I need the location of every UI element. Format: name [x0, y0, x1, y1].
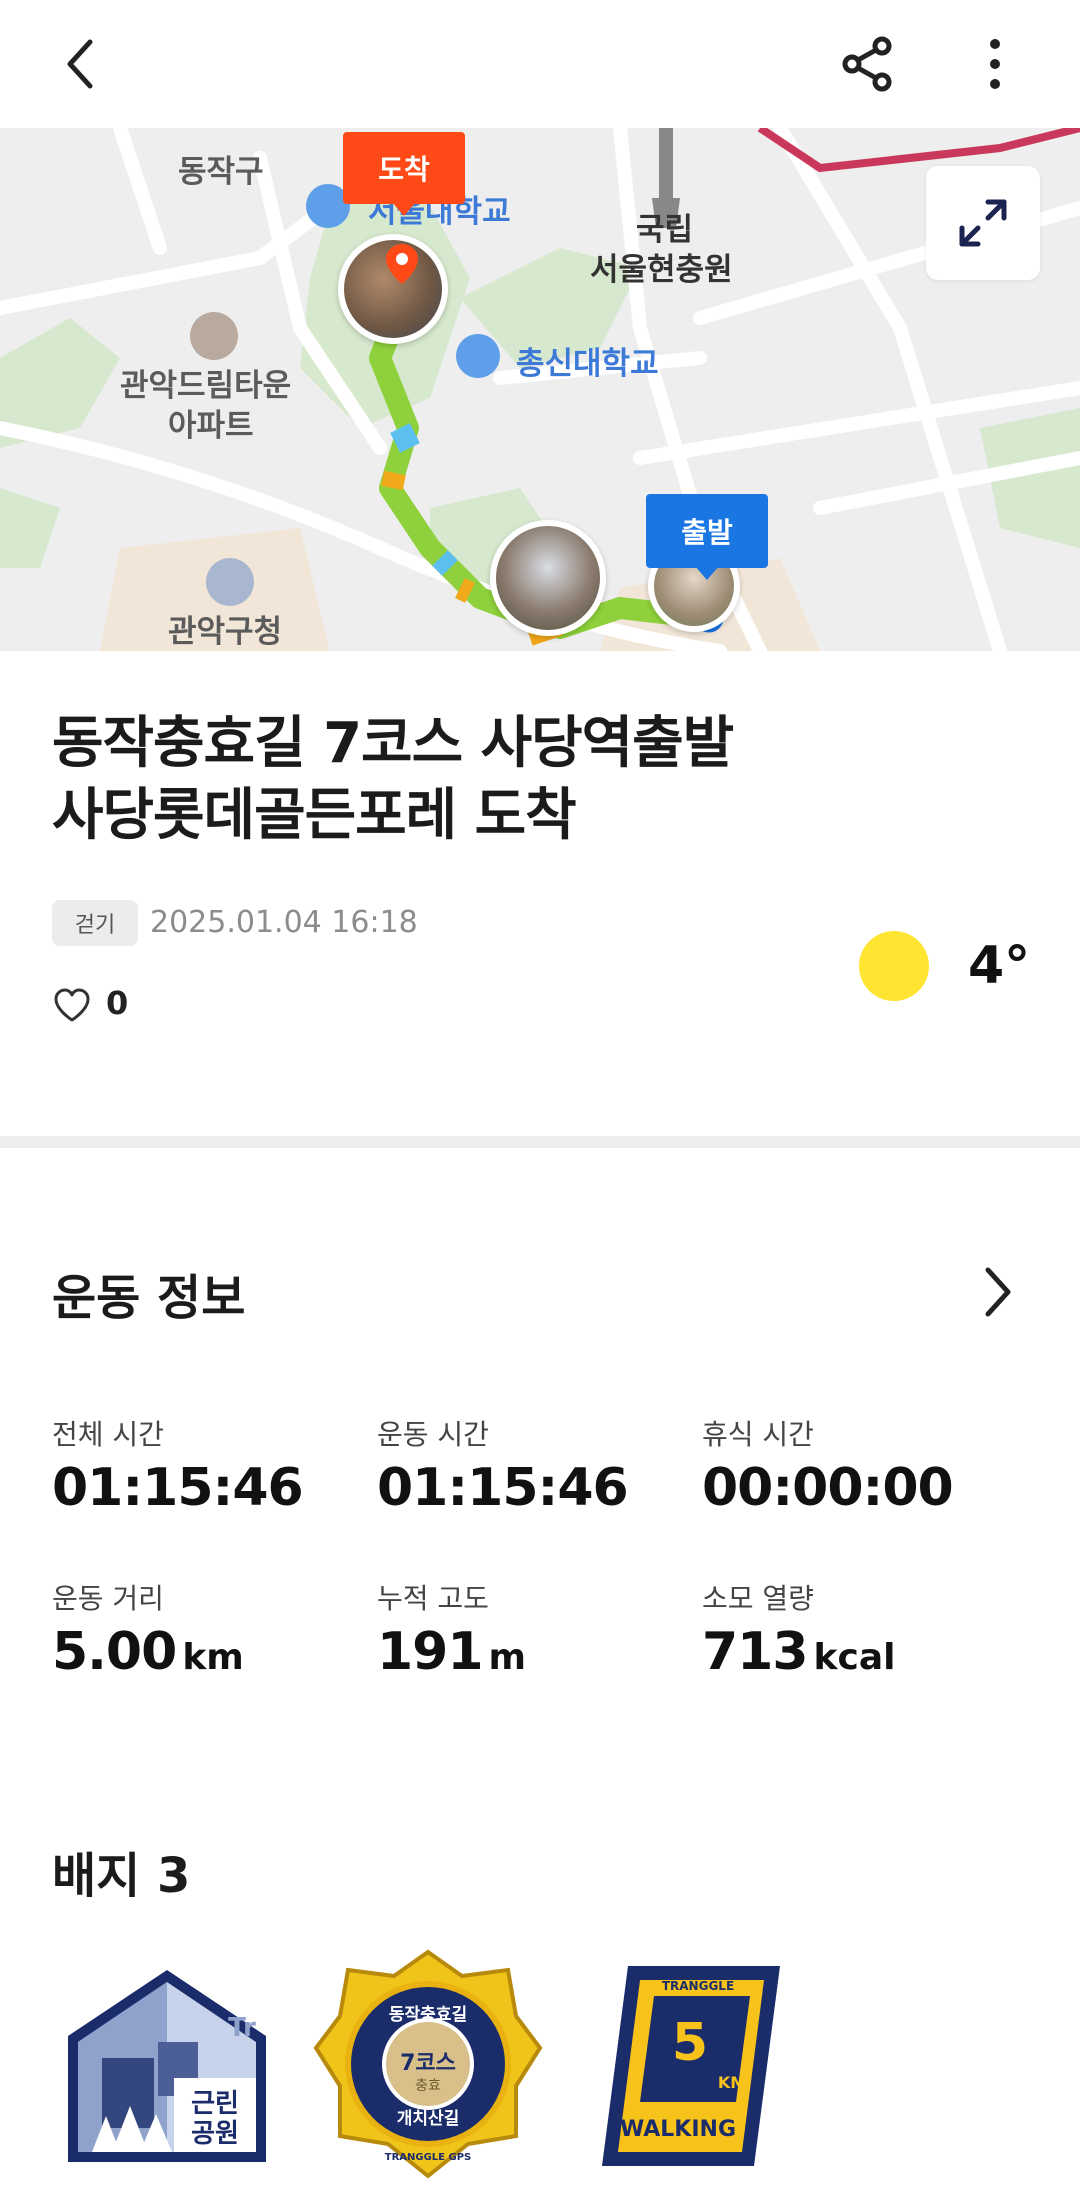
start-tag: 출발: [646, 494, 768, 568]
arrive-tag-pointer: [392, 202, 416, 216]
like-button[interactable]: [52, 986, 92, 1026]
stat-value: 713 kcal: [702, 1622, 896, 1682]
more-vertical-icon: [990, 39, 1000, 89]
expand-map-button[interactable]: [926, 166, 1040, 280]
stat-value: 191 m: [377, 1622, 527, 1682]
badge-park-logo: Tr: [228, 2013, 256, 2043]
stat-value: 01:15:46: [52, 1458, 304, 1518]
like-count: 0: [106, 984, 129, 1022]
map-label-apartment: 관악드림타운: [120, 368, 292, 404]
stat-label: 운동 거리: [52, 1582, 164, 1615]
map-label-apartment-2: 아파트: [168, 408, 254, 444]
route-map[interactable]: 동작구 서울대학교 국립 서울현충원 총신대학교 관악드림타운 아파트 관악구청…: [0, 128, 1080, 651]
activity-title: 동작충효길 7코스 사당역출발 사당롯데골든포레 도착: [52, 708, 1032, 852]
stat-label: 휴식 시간: [702, 1418, 814, 1451]
start-tag-pointer: [695, 566, 719, 580]
map-label-national: 국립: [636, 212, 694, 248]
map-label-office: 관악구청: [168, 614, 283, 650]
badge-course-top: 동작충효길: [389, 2005, 467, 2025]
stat-value: 01:15:46: [377, 1458, 629, 1518]
map-label-chongshin: 총신대학교: [516, 346, 659, 382]
badge-course-sub: 충효: [415, 2078, 441, 2094]
badge-walking-text: WALKING: [620, 2117, 736, 2142]
sun-icon: [859, 931, 929, 1001]
badges-title: 배지 3: [52, 1848, 191, 1904]
share-icon: [842, 36, 892, 92]
back-button[interactable]: [40, 24, 120, 104]
arrive-tag: 도착: [343, 132, 465, 204]
stat-label: 운동 시간: [377, 1418, 489, 1451]
badge-walking-number: 5: [672, 2013, 708, 2073]
section-divider: [0, 1136, 1080, 1148]
stat-value: 5.00 km: [52, 1622, 244, 1682]
badge-walking-unit: KM: [718, 2073, 746, 2092]
map-label-cemetery: 서울현충원: [590, 252, 733, 288]
temperature: 4°: [968, 936, 1031, 996]
badge-walking-5km[interactable]: TRANGGLE 5 KM WALKING: [600, 1962, 782, 2170]
stat-value: 00:00:00: [702, 1458, 954, 1518]
location-pin-icon: [386, 244, 418, 284]
stat-label: 전체 시간: [52, 1418, 164, 1451]
badge-course-brand: TRANGGLE GPS: [385, 2152, 471, 2163]
more-options-button[interactable]: [955, 24, 1035, 104]
badge-park-line1: 근린: [191, 2089, 239, 2119]
stat-label: 소모 열량: [702, 1582, 814, 1615]
activity-title-line1: 동작충효길 7코스 사당역출발: [52, 711, 734, 776]
map-label-dongjak: 동작구: [178, 154, 264, 190]
badge-course-main: 7코스: [400, 2051, 456, 2076]
badge-course-bottom: 개치산길: [397, 2109, 460, 2129]
chevron-right-icon[interactable]: [976, 1262, 1020, 1322]
stat-label: 누적 고도: [377, 1582, 489, 1615]
top-bar: [0, 0, 1080, 128]
badge-park-line2: 공원: [191, 2119, 239, 2149]
badge-course[interactable]: 동작충효길 7코스 충효 개치산길 TRANGGLE GPS: [312, 1948, 544, 2180]
badge-park[interactable]: 근린 공원 Tr: [62, 1966, 272, 2166]
activity-type-tag: 걷기: [52, 900, 138, 946]
badge-walking-brand: TRANGGLE: [662, 1979, 734, 1993]
exercise-info-title[interactable]: 운동 정보: [52, 1258, 245, 1328]
chevron-left-icon: [67, 39, 93, 89]
activity-title-line2: 사당롯데골든포레 도착: [52, 783, 577, 848]
route-photo-thumbnail[interactable]: [490, 520, 606, 636]
share-button[interactable]: [828, 24, 908, 104]
activity-datetime: 2025.01.04 16:18: [150, 905, 418, 940]
expand-icon: [959, 199, 1007, 247]
